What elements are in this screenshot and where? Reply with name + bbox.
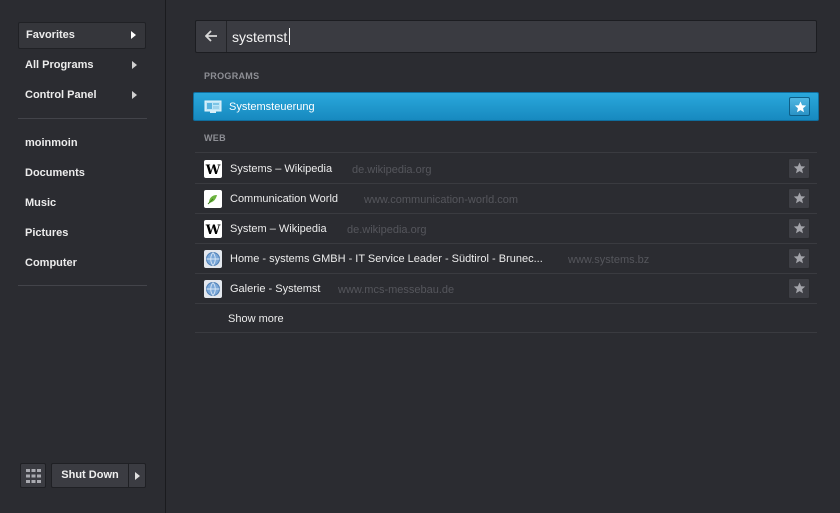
- text-caret: [289, 28, 290, 45]
- web-result-url: www.communication-world.com: [364, 194, 519, 206]
- program-result-label: Systemsteuerung: [229, 101, 315, 113]
- star-icon: [793, 252, 806, 264]
- web-result-row[interactable]: Galerie - Systemst www.mcs-messebau.de: [195, 274, 817, 304]
- web-result-url: www.mcs-messebau.de: [338, 284, 455, 296]
- svg-text:W: W: [205, 223, 221, 238]
- web-result-title: Galerie - Systemst: [230, 283, 321, 295]
- back-button[interactable]: [196, 21, 227, 52]
- apps-grid-button[interactable]: [20, 463, 46, 488]
- favorite-star-button[interactable]: [788, 218, 810, 239]
- chevron-right-icon: [131, 31, 136, 39]
- web-result-url: www.systems.bz: [568, 254, 650, 266]
- shut-down-button[interactable]: Shut Down: [51, 463, 129, 488]
- web-result-title: Systems – Wikipedia: [230, 163, 333, 175]
- web-result-row[interactable]: Communication World www.communication-wo…: [195, 184, 817, 214]
- program-result-systemsteuerung[interactable]: Systemsteuerung: [193, 92, 819, 121]
- web-result-url: de.wikipedia.org: [347, 224, 427, 236]
- star-icon: [793, 282, 806, 294]
- chevron-right-icon: [132, 61, 137, 69]
- star-icon: [793, 162, 806, 174]
- control-panel-icon: [204, 100, 222, 113]
- place-item-documents[interactable]: Documents: [25, 167, 85, 179]
- row-separator: [195, 152, 817, 153]
- favorite-star-button[interactable]: [788, 248, 810, 269]
- programs-section-label: PROGRAMS: [204, 71, 260, 81]
- menu-item-control-panel[interactable]: Control Panel: [18, 82, 146, 109]
- menu-item-label: Control Panel: [25, 89, 97, 101]
- web-result-url: de.wikipedia.org: [352, 164, 432, 176]
- site-favicon-icon: [204, 190, 222, 208]
- globe-icon: [204, 250, 222, 268]
- wikipedia-icon: W: [204, 160, 222, 178]
- favorite-star-button[interactable]: [788, 158, 810, 179]
- star-icon: [793, 192, 806, 204]
- svg-text:W: W: [205, 163, 221, 178]
- row-separator: [195, 303, 817, 304]
- place-item-pictures[interactable]: Pictures: [25, 227, 68, 239]
- grid-icon: [26, 469, 41, 483]
- web-result-title: Home - systems GMBH - IT Service Leader …: [230, 253, 543, 265]
- show-more-link[interactable]: Show more: [228, 313, 284, 325]
- web-result-row[interactable]: Home - systems GMBH - IT Service Leader …: [195, 244, 817, 274]
- sidebar-divider: [18, 285, 147, 286]
- back-arrow-icon: [205, 30, 217, 42]
- menu-item-label: Favorites: [26, 29, 75, 41]
- favorite-star-button[interactable]: [788, 188, 810, 209]
- search-bar: [195, 20, 817, 53]
- web-result-title: Communication World: [230, 193, 339, 205]
- star-icon: [793, 222, 806, 234]
- web-result-row[interactable]: W System – Wikipedia de.wikipedia.org: [195, 214, 817, 244]
- chevron-right-icon: [132, 91, 137, 99]
- search-input[interactable]: [232, 27, 792, 47]
- favorite-star-button[interactable]: [788, 278, 810, 299]
- menu-item-favorites[interactable]: Favorites: [18, 22, 146, 49]
- place-item-user[interactable]: moinmoin: [25, 137, 78, 149]
- globe-icon: [204, 280, 222, 298]
- web-result-title: System – Wikipedia: [230, 223, 327, 235]
- star-icon: [794, 101, 807, 113]
- sidebar-divider: [18, 118, 147, 119]
- row-separator: [195, 332, 817, 333]
- menu-item-all-programs[interactable]: All Programs: [18, 52, 146, 79]
- favorite-star-button[interactable]: [789, 97, 810, 116]
- shut-down-options-button[interactable]: [128, 463, 146, 488]
- place-item-computer[interactable]: Computer: [25, 257, 77, 269]
- place-item-music[interactable]: Music: [25, 197, 56, 209]
- chevron-right-icon: [135, 472, 140, 480]
- web-section-label: WEB: [204, 133, 226, 143]
- sidebar: Favorites All Programs Control Panel moi…: [0, 0, 166, 513]
- menu-item-label: All Programs: [25, 59, 94, 71]
- web-result-row[interactable]: W Systems – Wikipedia de.wikipedia.org: [195, 154, 817, 184]
- wikipedia-icon: W: [204, 220, 222, 238]
